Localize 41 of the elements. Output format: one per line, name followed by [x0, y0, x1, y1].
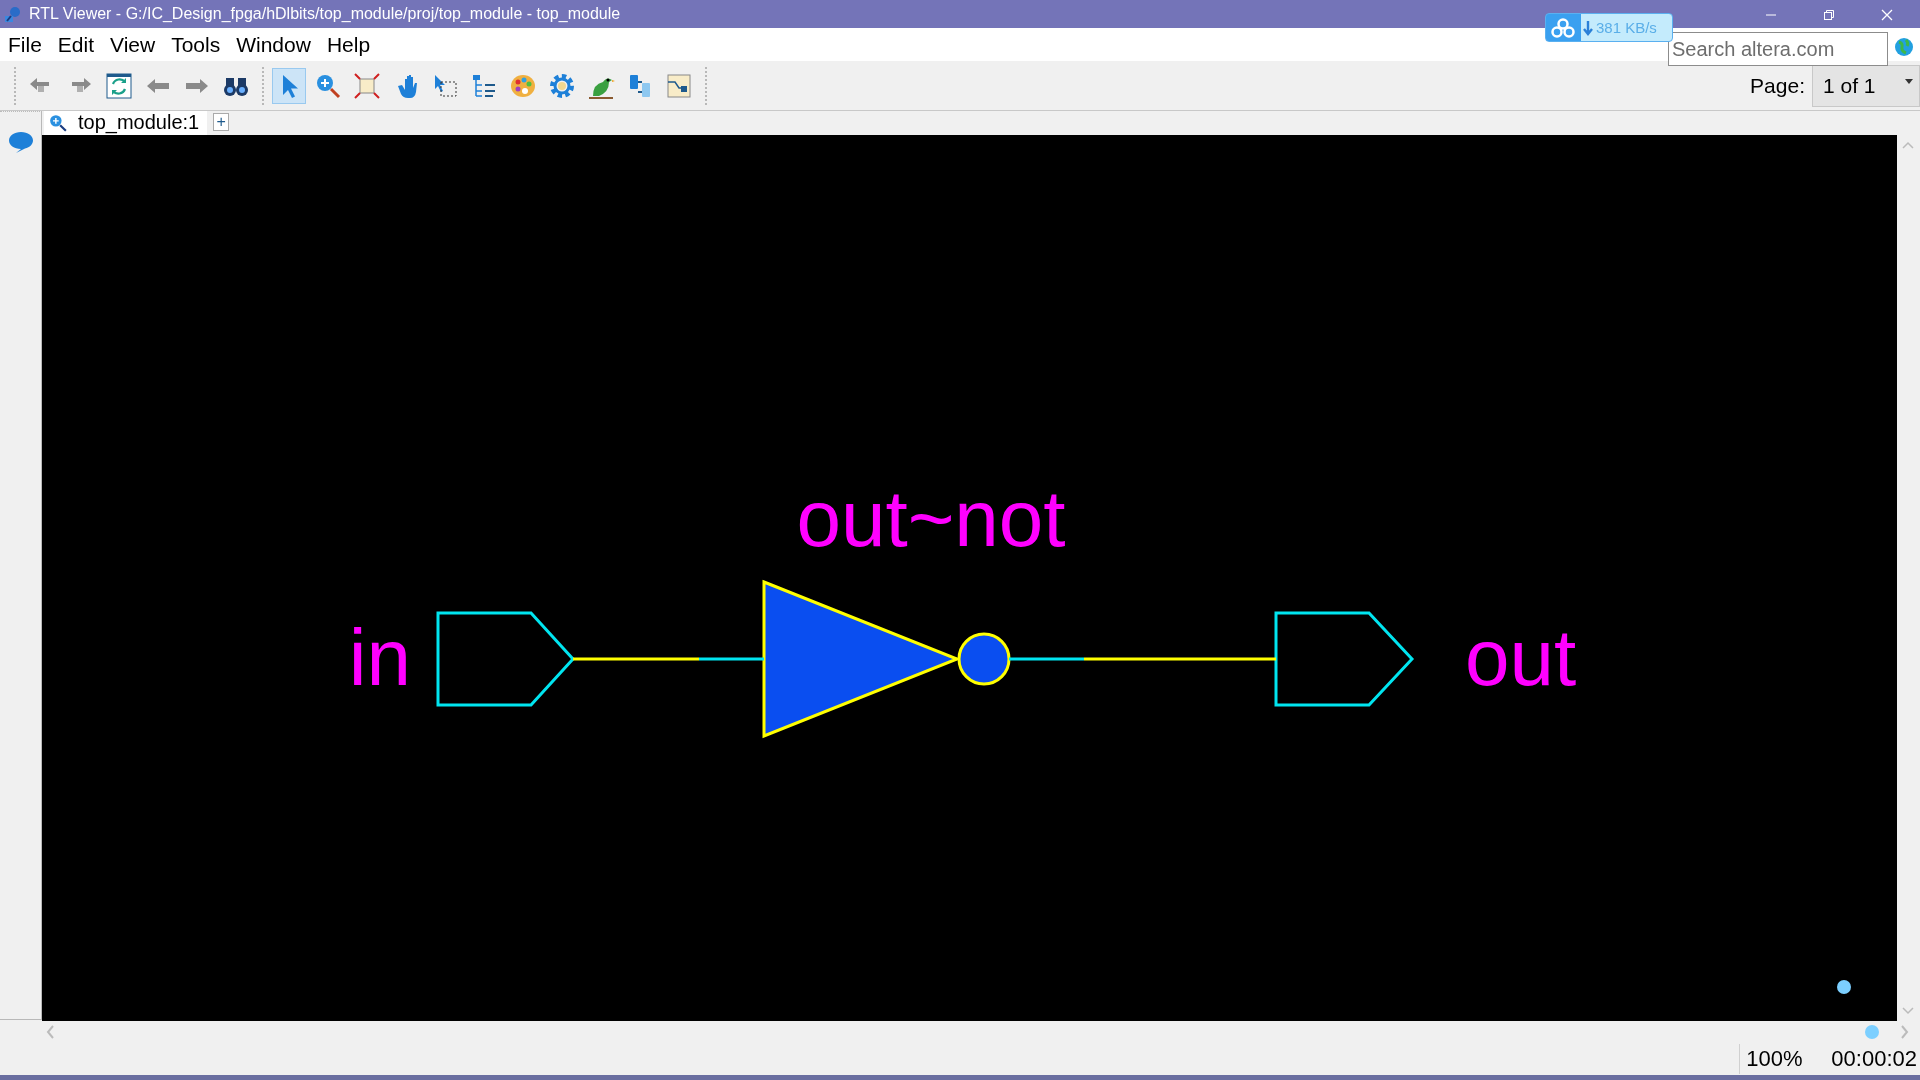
- document-tab[interactable]: top_module:1: [44, 110, 208, 135]
- network-speed: 381 KB/s: [1596, 19, 1657, 36]
- globe-icon: [1894, 37, 1914, 58]
- scroll-position-dot-icon: [1865, 1025, 1879, 1040]
- indicator-dot: [1837, 979, 1851, 994]
- page-dropdown[interactable]: 1 of 1: [1812, 64, 1920, 107]
- input-port[interactable]: [436, 611, 576, 707]
- down-arrow-icon: [1582, 19, 1594, 36]
- menu-item[interactable]: View: [102, 32, 164, 57]
- viewer-icon: [48, 112, 68, 133]
- menu-item[interactable]: File: [0, 32, 50, 57]
- refresh-icon: [105, 71, 133, 100]
- schematic-icon: [665, 71, 693, 100]
- port-label: in: [348, 612, 411, 702]
- scroll-down-icon: [1902, 1006, 1914, 1015]
- scroll-right-icon: [1901, 1025, 1909, 1040]
- menu-item[interactable]: Tools: [163, 32, 229, 57]
- port-label: out: [1465, 612, 1577, 702]
- zoom-level: 100%: [1746, 1046, 1803, 1073]
- menu-item[interactable]: Window: [228, 32, 319, 57]
- restore-icon: [1823, 8, 1835, 21]
- add-tab-button[interactable]: +: [213, 112, 230, 131]
- cloud-icon: [1550, 17, 1576, 38]
- scroll-up-icon: [1902, 140, 1914, 149]
- speech-bubble-icon: [7, 129, 34, 154]
- app-icon: [3, 4, 23, 25]
- gate-label: out~not: [796, 473, 1066, 563]
- menu-item[interactable]: Edit: [49, 32, 103, 57]
- close-icon: [1881, 8, 1893, 21]
- settings-icon: [548, 71, 576, 100]
- output-port[interactable]: [1274, 611, 1415, 707]
- menu-item[interactable]: Help: [318, 32, 379, 57]
- scroll-left-icon: [46, 1025, 54, 1040]
- page-label: Page:: [1750, 73, 1805, 98]
- elapsed-time: 00:00:02: [1831, 1046, 1918, 1073]
- caret-icon: [1905, 79, 1913, 84]
- not-gate[interactable]: [762, 579, 1011, 738]
- fit-icon: [353, 71, 381, 100]
- search-field[interactable]: Search altera.com: [1668, 32, 1888, 67]
- pointer-button[interactable]: [272, 67, 306, 104]
- window-title: RTL Viewer - G:/IC_Design_fpga/hDlbits/top_module/proj/top_module - top_module: [29, 5, 621, 24]
